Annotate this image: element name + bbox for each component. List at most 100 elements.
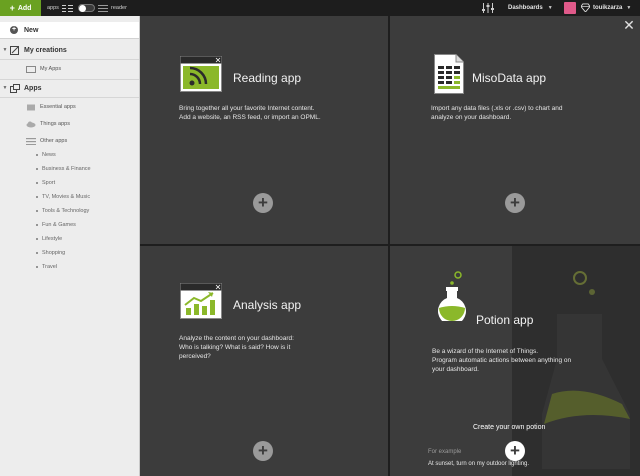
sidebar-item-label: Other apps — [40, 138, 68, 144]
rss-icon — [180, 56, 222, 92]
divider — [0, 79, 139, 80]
collapse-arrow-icon: ▼ — [2, 47, 8, 53]
tile-reading-app[interactable]: Reading app Bring together all your favo… — [140, 16, 388, 244]
chevron-down-icon: ▼ — [547, 5, 553, 11]
description-line: Import any data files (.xls or .csv) to … — [431, 105, 563, 112]
tile-description: Be a wizard of the Internet of Things. P… — [432, 347, 571, 374]
equalizer-icon[interactable] — [482, 3, 494, 13]
category-label: Travel — [42, 264, 58, 270]
toggle-knob — [79, 4, 86, 12]
tile-title: MisoData app — [472, 71, 547, 85]
divider — [0, 59, 139, 60]
description-line: perceived? — [179, 353, 211, 360]
category-item[interactable]: Lifestyle — [36, 232, 62, 246]
description-line: Be a wizard of the Internet of Things. — [432, 348, 539, 355]
avatar[interactable] — [564, 2, 576, 14]
bullet-icon — [36, 252, 38, 254]
description-line: Bring together all your favorite Interne… — [179, 105, 315, 112]
user-menu[interactable]: touikzarza ▼ — [593, 0, 631, 16]
potion-flask-icon — [438, 271, 466, 321]
category-label: Business & Finance — [42, 166, 91, 172]
category-item[interactable]: Sport — [36, 176, 55, 190]
app-catalog: Reading app Bring together all your favo… — [140, 16, 640, 476]
windows-icon — [10, 83, 20, 93]
sidebar-item-other-apps[interactable]: Other apps — [0, 134, 139, 148]
create-potion-button[interactable]: + — [505, 441, 525, 461]
sidebar-item-label: My Apps — [40, 66, 62, 72]
add-app-button[interactable]: + — [505, 193, 525, 213]
username: touikzarza — [593, 5, 623, 11]
bullet-icon — [36, 266, 38, 268]
list-icon — [98, 4, 108, 12]
category-label: Lifestyle — [42, 236, 63, 242]
category-item[interactable]: Business & Finance — [36, 162, 91, 176]
tile-title: Reading app — [233, 71, 302, 85]
add-app-button[interactable]: + — [253, 193, 273, 213]
grid-icon — [61, 4, 73, 12]
sidebar-section-my-creations[interactable]: ▼ My creations — [0, 43, 139, 57]
add-app-button[interactable]: + — [253, 441, 273, 461]
tile-title: Potion app — [476, 313, 534, 327]
category-label: TV, Movies & Music — [42, 194, 91, 200]
description-line: analyze on your dashboard. — [431, 114, 512, 121]
dashboards-menu[interactable]: Dashboards ▼ — [508, 0, 553, 16]
bullet-icon — [36, 224, 38, 226]
folder-icon — [26, 65, 36, 73]
sidebar-item-new[interactable]: + New — [0, 22, 139, 39]
category-item[interactable]: TV, Movies & Music — [36, 190, 90, 204]
category-item[interactable]: News — [36, 148, 56, 162]
bullet-icon — [36, 196, 38, 198]
top-bar: + Add apps reader Dashboards ▼ touikzarz… — [0, 0, 640, 16]
reader-mode[interactable]: reader — [98, 0, 127, 16]
tile-analysis-app[interactable]: Analysis app Analyze the content on your… — [140, 246, 388, 476]
sidebar-item-my-apps[interactable]: My Apps — [0, 62, 139, 76]
add-button-label: Add — [17, 4, 32, 12]
chevron-down-icon: ▼ — [626, 5, 632, 11]
tile-misodata-app[interactable]: ✕ MisoData app Import any data files (.x… — [390, 16, 640, 244]
category-label: Shopping — [42, 250, 66, 256]
sidebar-section-label: Apps — [24, 84, 42, 92]
category-item[interactable]: Fun & Games — [36, 218, 76, 232]
dashboards-label: Dashboards — [508, 5, 543, 11]
create-potion-label: Create your own potion — [473, 424, 546, 431]
example-text: At sunset, turn on my outdoor lighting. — [428, 461, 530, 467]
add-button[interactable]: + Add — [0, 0, 41, 16]
stack-icon — [27, 104, 35, 110]
sidebar-item-label: New — [24, 26, 39, 34]
gem-icon[interactable] — [581, 3, 590, 12]
category-item[interactable]: Travel — [36, 260, 57, 274]
view-toggle[interactable] — [78, 4, 95, 12]
sidebar-item-essential-apps[interactable]: Essential apps — [0, 100, 139, 114]
tile-description: Bring together all your favorite Interne… — [179, 104, 321, 122]
bullet-icon — [36, 238, 38, 240]
spreadsheet-icon — [434, 54, 464, 94]
tile-potion-app[interactable]: Potion app Be a wizard of the Internet o… — [390, 246, 640, 476]
sidebar: + New ▼ My creations My Apps ▼ Apps Esse… — [0, 16, 140, 476]
description-line: Add a website, an RSS feed, or import an… — [179, 114, 321, 121]
divider — [0, 97, 139, 98]
description-line: Program automatic actions between anythi… — [432, 357, 572, 364]
sidebar-section-apps[interactable]: ▼ Apps — [0, 81, 139, 95]
description-line: Who is talking? What is said? How is it — [179, 344, 291, 351]
sidebar-item-things-apps[interactable]: Things apps — [0, 117, 139, 131]
plus-icon: + — [9, 2, 15, 13]
close-icon[interactable]: ✕ — [622, 18, 636, 32]
sidebar-item-label: Things apps — [40, 121, 70, 127]
bullet-icon — [36, 168, 38, 170]
category-label: Sport — [42, 180, 56, 186]
tile-description: Analyze the content on your dashboard: W… — [179, 334, 294, 361]
bullet-icon — [36, 154, 38, 156]
apps-mode[interactable]: apps — [47, 0, 73, 16]
category-item[interactable]: Shopping — [36, 246, 65, 260]
category-label: Fun & Games — [42, 222, 76, 228]
tile-description: Import any data files (.xls or .csv) to … — [431, 104, 563, 122]
description-line: Analyze the content on your dashboard: — [179, 335, 294, 342]
category-item[interactable]: Tools & Technology — [36, 204, 89, 218]
plus-circle-icon: + — [10, 26, 18, 34]
list-icon — [26, 137, 36, 145]
bullet-icon — [36, 182, 38, 184]
bullet-icon — [36, 210, 38, 212]
example-label: For example — [428, 449, 462, 455]
reader-mode-label: reader — [111, 5, 127, 11]
description-line: your dashboard. — [432, 366, 479, 373]
